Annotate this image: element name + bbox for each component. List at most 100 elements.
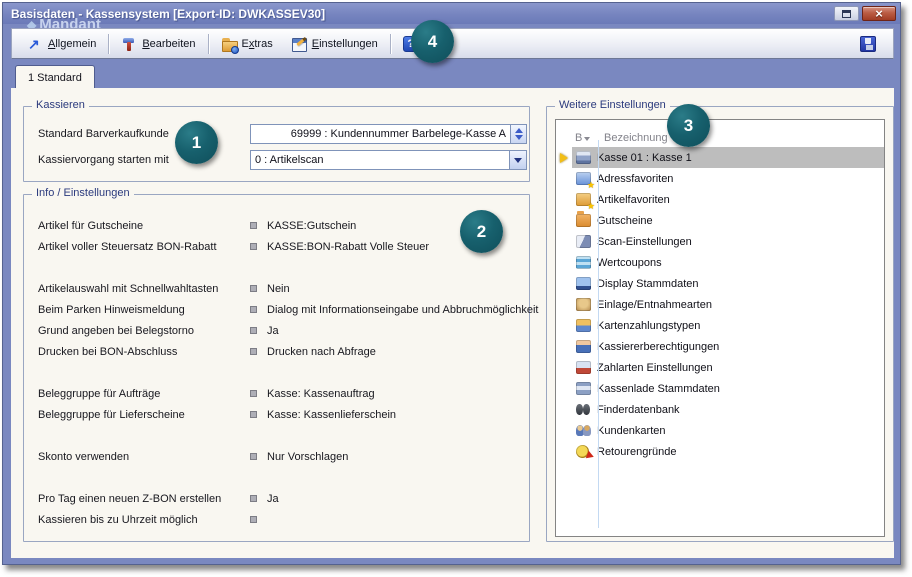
extras-button[interactable]: Extras	[212, 32, 282, 56]
bullet-icon	[250, 453, 257, 460]
bullet-icon	[250, 516, 257, 523]
list-item-artikelfavoriten[interactable]: Artikelfavoriten	[556, 189, 884, 210]
arrow-up-right-icon	[27, 36, 43, 52]
current-row-arrow-icon	[560, 153, 568, 163]
column-separator	[598, 140, 599, 528]
coupons-icon	[576, 256, 591, 269]
toolbar-separator	[208, 34, 209, 54]
info-row: Pro Tag einen neuen Z-BON erstellen Ja	[38, 488, 529, 509]
form-pencil-icon	[291, 36, 307, 52]
deposit-withdrawal-icon	[576, 298, 591, 311]
cash-drawer-icon	[576, 382, 591, 395]
restore-icon	[842, 10, 851, 18]
tab-page: Kassieren Standard Barverkaufkunde 69999…	[11, 88, 894, 558]
bullet-icon	[250, 390, 257, 397]
binoculars-icon	[576, 403, 591, 416]
list-item-wertcoupons[interactable]: Wertcoupons	[556, 252, 884, 273]
info-row: Grund angeben bei Belegstorno Ja	[38, 320, 529, 341]
field-label: Kassiervorgang starten mit	[38, 154, 250, 166]
spin-up-icon[interactable]	[515, 128, 523, 133]
bullet-icon	[250, 222, 257, 229]
dropdown-button[interactable]	[509, 151, 526, 169]
group-weitere-title: Weitere Einstellungen	[555, 99, 670, 111]
group-weitere-einstellungen: Weitere Einstellungen B Bezeichnung	[546, 106, 894, 542]
list-item-scan-einstellungen[interactable]: Scan-Einstellungen	[556, 231, 884, 252]
customer-cards-icon	[576, 424, 591, 437]
close-icon	[875, 7, 883, 21]
bullet-icon	[250, 411, 257, 418]
standard-barverkaufkunde-field[interactable]: 69999 : Kundennummer Barbelege-Kasse A	[250, 124, 527, 144]
list-item-retourengruende[interactable]: Retourengründe	[556, 441, 884, 462]
toolbar-separator	[390, 34, 391, 54]
list-item-kassenlade-stammdaten[interactable]: Kassenlade Stammdaten	[556, 378, 884, 399]
info-row: Artikel für Gutscheine KASSE:Gutschein	[38, 215, 529, 236]
list-item-kassiererberechtigungen[interactable]: Kassiererberechtigungen	[556, 336, 884, 357]
save-icon	[860, 36, 876, 52]
article-favorites-icon	[576, 193, 591, 206]
app-window: Basisdaten - Kassensystem [Export-ID: DW…	[2, 2, 901, 565]
info-badge-icon	[231, 46, 239, 54]
info-row: Beleggruppe für Lieferscheine Kasse: Kas…	[38, 404, 529, 425]
column-header-bezeichnung[interactable]: Bezeichnung	[598, 132, 884, 144]
allgemein-button[interactable]: Allgemein	[18, 32, 105, 56]
info-row: Beim Parken Hinweismeldung Dialog mit In…	[38, 299, 529, 320]
bullet-icon	[250, 495, 257, 502]
dropdown-value: 0 : Artikelscan	[251, 154, 509, 166]
list-item-gutscheine[interactable]: Gutscheine	[556, 210, 884, 231]
display-icon	[576, 277, 591, 290]
save-button[interactable]	[857, 32, 879, 56]
spinner-buttons[interactable]	[510, 125, 526, 143]
group-info-title: Info / Einstellungen	[32, 187, 134, 199]
scanner-icon	[576, 235, 591, 248]
list-item-adressfavoriten[interactable]: Adressfavoriten	[556, 168, 884, 189]
toolbar-separator	[108, 34, 109, 54]
group-kassieren: Kassieren Standard Barverkaufkunde 69999…	[23, 106, 530, 182]
hammer-icon	[121, 36, 137, 52]
close-button[interactable]	[862, 6, 896, 21]
restore-button[interactable]	[834, 6, 859, 21]
chevron-down-icon	[514, 158, 522, 163]
einstellungen-button[interactable]: Einstellungen	[282, 32, 387, 56]
list-item-zahlarten-einstellungen[interactable]: Zahlarten Einstellungen	[556, 357, 884, 378]
bullet-icon	[250, 327, 257, 334]
bearbeiten-button[interactable]: Bearbeiten	[112, 32, 204, 56]
info-row: Beleggruppe für Aufträge Kasse: Kassenau…	[38, 383, 529, 404]
info-row: Kassieren bis zu Uhrzeit möglich	[38, 509, 529, 530]
field-row: Standard Barverkaufkunde 69999 : Kundenn…	[38, 124, 529, 144]
column-header-image[interactable]: B	[572, 132, 598, 144]
group-kassieren-title: Kassieren	[32, 99, 89, 111]
kassiervorgang-dropdown[interactable]: 0 : Artikelscan	[250, 150, 527, 170]
cash-register-icon	[576, 151, 591, 164]
field-value: 69999 : Kundennummer Barbelege-Kasse A	[251, 128, 510, 140]
tab-standard[interactable]: 1 Standard	[15, 65, 95, 89]
callout-4: 4	[411, 20, 454, 63]
callout-3: 3	[667, 104, 710, 147]
return-reasons-icon	[576, 445, 589, 458]
window-controls	[834, 6, 896, 21]
list-item-display-stammdaten[interactable]: Display Stammdaten	[556, 273, 884, 294]
bullet-icon	[250, 285, 257, 292]
screen: Basisdaten - Kassensystem [Export-ID: DW…	[0, 0, 912, 577]
payment-settings-icon	[576, 361, 591, 374]
titlebar: Basisdaten - Kassensystem [Export-ID: DW…	[3, 3, 900, 24]
callout-2: 2	[460, 210, 503, 253]
sort-icon	[584, 137, 590, 141]
address-favorites-icon	[576, 172, 591, 185]
list-item-finderdatenbank[interactable]: Finderdatenbank	[556, 399, 884, 420]
list-item-kundenkarten[interactable]: Kundenkarten	[556, 420, 884, 441]
card-payment-icon	[576, 319, 591, 332]
spin-down-icon[interactable]	[515, 135, 523, 140]
group-info-einstellungen: Info / Einstellungen Artikel für Gutsche…	[23, 194, 530, 542]
info-row: Artikelauswahl mit Schnellwahltasten Nei…	[38, 278, 529, 299]
field-label: Standard Barverkaufkunde	[38, 128, 250, 140]
bullet-icon	[250, 306, 257, 313]
bullet-icon	[250, 243, 257, 250]
list-item-kartenzahlungstypen[interactable]: Kartenzahlungstypen	[556, 315, 884, 336]
settings-list: B Bezeichnung Kasse 01 : Kasse 1	[555, 119, 885, 537]
callout-1: 1	[175, 121, 218, 164]
list-item-einlage-entnahmearten[interactable]: Einlage/Entnahmearten	[556, 294, 884, 315]
list-header[interactable]: B Bezeichnung	[556, 120, 884, 147]
bullet-icon	[250, 348, 257, 355]
info-row: Artikel voller Steuersatz BON-Rabatt KAS…	[38, 236, 529, 257]
list-item-kasse-01[interactable]: Kasse 01 : Kasse 1	[556, 147, 884, 168]
